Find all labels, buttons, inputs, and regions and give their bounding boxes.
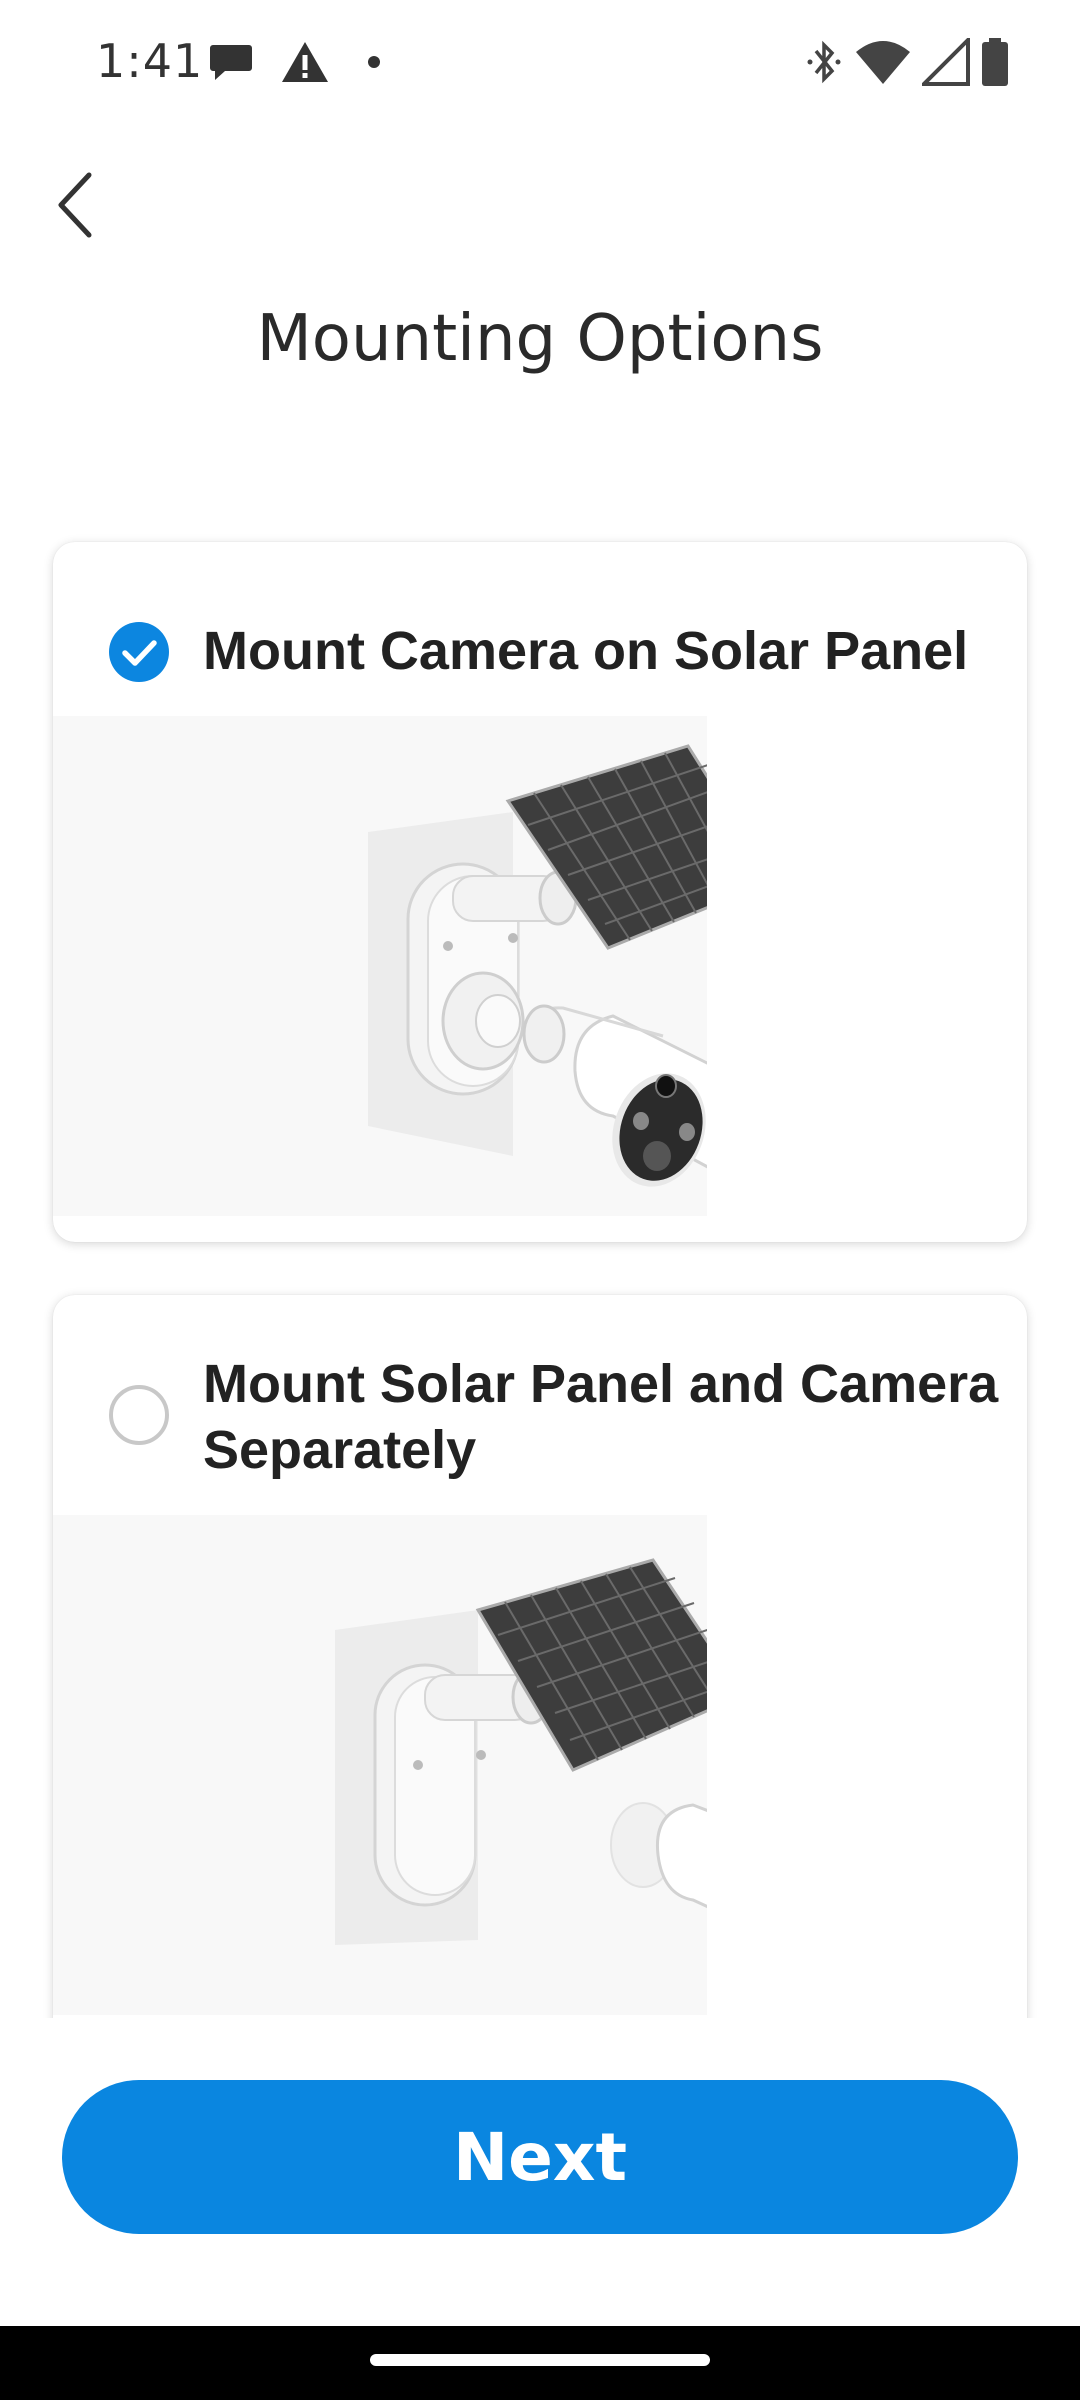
back-button[interactable] <box>40 160 110 250</box>
option-label: Mount Solar Panel and Camera Separately <box>203 1354 999 1480</box>
status-system-icons <box>804 34 1010 90</box>
home-indicator[interactable] <box>370 2354 710 2366</box>
option-card-separate-mounting[interactable]: Mount Solar Panel and Camera Separately <box>53 1295 1027 2018</box>
separate-mounting-illustration <box>53 1515 707 2015</box>
status-time: 1:41 <box>96 34 204 88</box>
chevron-left-icon <box>58 172 92 238</box>
radio-checked-icon[interactable] <box>109 622 169 682</box>
page-title: Mounting Options <box>256 302 824 376</box>
dot-icon <box>368 56 380 68</box>
chat-bubble-icon <box>210 45 252 80</box>
battery-icon <box>982 38 1008 86</box>
option-label: Mount Camera on Solar Panel <box>203 621 969 681</box>
next-button[interactable]: Next <box>62 2080 1018 2234</box>
bluetooth-icon <box>807 40 841 84</box>
status-bar: 1:41 <box>0 0 1080 124</box>
status-notification-icons <box>208 38 382 86</box>
wifi-icon <box>856 41 910 84</box>
camera-on-solar-panel-illustration <box>53 716 707 1216</box>
option-card-camera-on-solar-panel[interactable]: Mount Camera on Solar Panel <box>53 542 1027 1242</box>
cell-signal-icon <box>922 38 970 86</box>
next-button-label: Next <box>452 2118 628 2196</box>
warning-icon <box>282 42 328 82</box>
options-scroll-area[interactable]: Mount Camera on Solar Panel Mount Solar … <box>0 520 1080 2018</box>
radio-unchecked-icon[interactable] <box>109 1385 169 1445</box>
